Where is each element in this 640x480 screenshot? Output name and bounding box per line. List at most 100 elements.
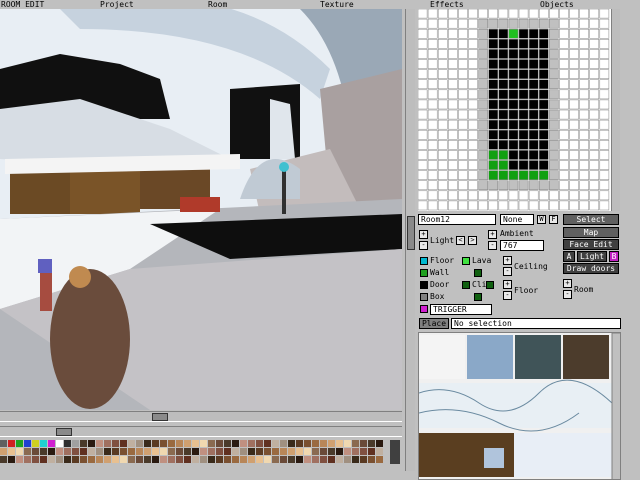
grid-cell[interactable] [549,150,559,160]
palette-swatch[interactable] [240,448,247,455]
wall-swatch[interactable] [420,269,428,277]
grid-cell[interactable] [488,49,499,59]
palette-swatch[interactable] [288,448,295,455]
palette-swatch[interactable] [320,448,327,455]
grid-cell[interactable] [549,129,559,140]
grid-cell[interactable] [468,170,478,180]
grid-cell[interactable] [559,180,569,191]
grid-cell[interactable] [599,99,610,110]
grid-cell[interactable] [478,39,488,49]
grid-cell[interactable] [448,89,458,100]
palette-swatch[interactable] [304,456,311,463]
grid-cell[interactable] [458,39,468,49]
grid-cell[interactable] [508,79,519,90]
grid-cell[interactable] [478,150,488,160]
palette-swatch[interactable] [272,448,279,455]
grid-cell[interactable] [478,140,488,150]
grid-cell[interactable] [589,119,600,130]
grid-cell[interactable] [569,39,579,49]
palette-swatch[interactable] [136,448,143,455]
grid-cell[interactable] [468,49,478,59]
grid-cell[interactable] [589,129,600,140]
grid-cell[interactable] [528,99,539,110]
grid-cell[interactable] [599,200,610,211]
grid-cell[interactable] [599,140,610,150]
grid-cell[interactable] [468,79,478,90]
grid-cell[interactable] [488,8,499,19]
palette-swatch[interactable] [56,448,63,455]
grid-cell[interactable] [498,39,509,49]
grid-cell[interactable] [528,79,539,90]
grid-cell[interactable] [528,89,539,100]
grid-cell[interactable] [448,18,458,29]
grid-cell[interactable] [538,190,549,201]
grid-cell[interactable] [528,160,539,170]
palette-swatch[interactable] [240,440,247,447]
palette-swatch[interactable] [328,440,335,447]
grid-cell[interactable] [448,109,458,120]
palette-swatch[interactable] [104,448,111,455]
grid-cell[interactable] [508,99,519,110]
grid-cell[interactable] [599,49,610,59]
grid-cell[interactable] [549,79,559,90]
grid-cell[interactable] [579,28,589,39]
palette-swatch[interactable] [0,448,7,455]
f-button[interactable]: F [549,215,558,224]
palette-swatch[interactable] [312,440,319,447]
palette-swatch[interactable] [120,440,127,447]
grid-cell[interactable] [518,28,529,39]
palette-swatch[interactable] [152,448,159,455]
grid-cell[interactable] [518,200,529,211]
palette-swatch[interactable] [176,456,183,463]
cli-extra-swatch[interactable] [486,281,494,289]
grid-cell[interactable] [508,18,519,29]
grid-cell[interactable] [437,109,448,120]
grid-cell[interactable] [478,59,488,69]
palette-swatch[interactable] [232,440,239,447]
palette-swatch[interactable] [16,456,23,463]
grid-cell[interactable] [498,49,509,59]
grid-cell[interactable] [427,180,438,191]
palette-swatch[interactable] [296,456,303,463]
grid-cell[interactable] [518,69,529,79]
grid-cell[interactable] [589,190,600,201]
grid-cell[interactable] [559,79,569,90]
grid-cell[interactable] [488,18,499,29]
grid-cell[interactable] [569,180,579,191]
grid-cell[interactable] [437,69,448,79]
grid-cell[interactable] [538,8,549,19]
grid-cell[interactable] [538,59,549,69]
grid-cell[interactable] [569,160,579,170]
grid-cell[interactable] [599,180,610,191]
grid-cell[interactable] [468,109,478,120]
palette-swatch[interactable] [288,440,295,447]
grid-cell[interactable] [468,18,478,29]
palette-swatch[interactable] [136,456,143,463]
grid-cell[interactable] [427,28,438,39]
palette-swatch[interactable] [240,456,247,463]
grid-cell[interactable] [528,49,539,59]
palette-swatch[interactable] [32,456,39,463]
palette-swatch[interactable] [280,456,287,463]
grid-cell[interactable] [589,69,600,79]
light-minus-button[interactable]: - [419,241,428,250]
grid-cell[interactable] [478,109,488,120]
floor-swatch[interactable] [420,257,428,265]
grid-cell[interactable] [417,99,428,110]
palette-swatch[interactable] [48,440,55,447]
grid-cell[interactable] [579,190,589,201]
grid-cell[interactable] [498,170,509,180]
grid-cell[interactable] [448,59,458,69]
palette-swatch[interactable] [184,456,191,463]
palette-swatch[interactable] [264,448,271,455]
palette-swatch[interactable] [184,440,191,447]
grid-cell[interactable] [478,79,488,90]
grid-cell[interactable] [518,150,529,160]
palette-swatch[interactable] [272,440,279,447]
palette-swatch[interactable] [256,440,263,447]
palette-swatch[interactable] [216,448,223,455]
palette-swatch[interactable] [160,448,167,455]
grid-cell[interactable] [468,160,478,170]
palette-swatch[interactable] [360,456,367,463]
palette-swatch[interactable] [48,456,55,463]
